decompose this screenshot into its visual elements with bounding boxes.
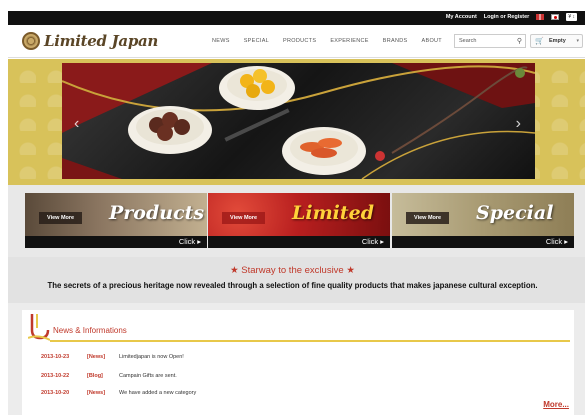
news-date: 2013-10-20 [41, 390, 70, 396]
news-date: 2013-10-23 [41, 354, 70, 360]
news-text[interactable]: Campain Gifts are sent. [119, 373, 177, 379]
news-panel: News & Informations 2013-10-23 [News] Li… [22, 310, 574, 415]
news-text[interactable]: Limitedjapan is now Open! [119, 354, 184, 360]
tile-limited[interactable]: View More Limited Click ▸ [208, 193, 390, 248]
slider-next-arrow[interactable]: › [516, 115, 521, 133]
search-input[interactable]: Search ⚲ [454, 34, 526, 48]
logo-text: Limited Japan [44, 32, 159, 50]
tile-limited-click[interactable]: Click ▸ [362, 237, 384, 246]
tagline-headline: ★ Starway to the exclusive ★ [230, 265, 355, 276]
tile-special-view-more-button[interactable]: View More [406, 212, 450, 224]
tile-products-click[interactable]: Click ▸ [179, 237, 201, 246]
site-header: Limited Japan NEWS SPECIAL PRODUCTS EXPE… [8, 25, 585, 58]
news-item[interactable]: 2013-10-23 [News] Limitedjapan is now Op… [41, 354, 184, 360]
news-item[interactable]: 2013-10-22 [Blog] Campain Gifts are sent… [41, 373, 177, 379]
logo-crest-icon [22, 32, 40, 50]
site-logo[interactable]: Limited Japan [22, 32, 158, 50]
news-category: [News] [87, 354, 106, 360]
login-register-link[interactable]: Login or Register [484, 14, 530, 20]
nav-special[interactable]: SPECIAL [244, 38, 269, 44]
english-flag-icon[interactable] [536, 14, 545, 20]
tile-special-title: Special [476, 202, 554, 224]
currency-select[interactable]: ¥ ↕ [566, 13, 577, 21]
top-links: My Account Login or Register ¥ ↕ [446, 13, 577, 21]
mizuhiki-knot-icon [28, 314, 50, 341]
tile-products-view-more-button[interactable]: View More [39, 212, 83, 224]
nav-products[interactable]: PRODUCTS [283, 38, 316, 44]
tile-special-click[interactable]: Click ▸ [546, 237, 568, 246]
news-text[interactable]: We have added a new category [119, 390, 196, 396]
news-date: 2013-10-22 [41, 373, 70, 379]
tile-products-title: Products [109, 202, 205, 224]
main-nav: NEWS SPECIAL PRODUCTS EXPERIENCE BRANDS … [212, 38, 442, 44]
search-icon[interactable]: ⚲ [517, 37, 522, 45]
news-category: [News] [87, 390, 106, 396]
news-more-link[interactable]: More... [543, 400, 569, 409]
tile-special[interactable]: View More Special Click ▸ [392, 193, 574, 248]
tagline-subline: The secrets of a precious heritage now r… [47, 281, 538, 290]
nav-news[interactable]: NEWS [212, 38, 230, 44]
top-bar: My Account Login or Register ¥ ↕ [8, 11, 585, 25]
news-item[interactable]: 2013-10-20 [News] We have added a new ca… [41, 390, 196, 396]
tagline-area [8, 257, 585, 303]
news-divider [50, 340, 570, 342]
news-category: [Blog] [87, 373, 103, 379]
tile-limited-title: Limited [292, 202, 375, 224]
news-title: News & Informations [53, 326, 127, 335]
cart-button[interactable]: 🛒 Empty ▾ [530, 34, 583, 48]
cart-icon: 🛒 [535, 38, 544, 45]
slider-prev-arrow[interactable]: ‹ [74, 115, 79, 133]
search-placeholder: Search [459, 38, 477, 44]
hero-image [62, 63, 535, 179]
nav-about[interactable]: ABOUT [422, 38, 442, 44]
japanese-flag-icon[interactable] [551, 14, 560, 20]
hero-slider[interactable]: ‹ › [62, 63, 535, 179]
tile-products[interactable]: View More Products Click ▸ [25, 193, 207, 248]
nav-experience[interactable]: EXPERIENCE [330, 38, 368, 44]
tile-limited-view-more-button[interactable]: View More [222, 212, 266, 224]
cart-label: Empty [549, 38, 566, 44]
nav-brands[interactable]: BRANDS [383, 38, 408, 44]
chevron-down-icon: ▾ [576, 38, 579, 44]
my-account-link[interactable]: My Account [446, 14, 477, 20]
